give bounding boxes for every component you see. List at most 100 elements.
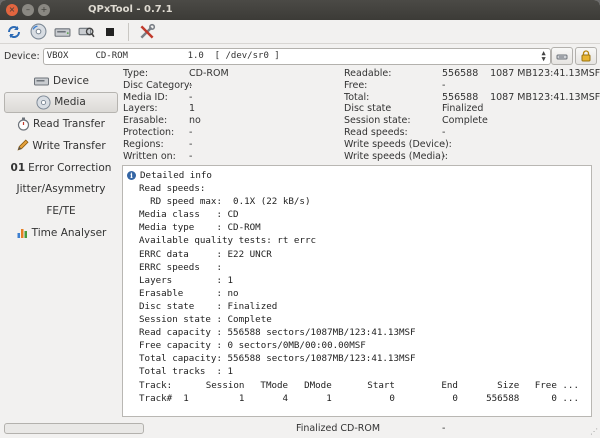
device-select-value: VBOX CD-ROM 1.0 [ /dev/sr0 ]	[46, 51, 280, 61]
sidebar-item-media[interactable]: Media	[4, 91, 118, 113]
info-value: -	[189, 138, 193, 150]
refresh-icon	[8, 25, 20, 38]
detail-line: Erasable : no	[139, 287, 239, 299]
sidebar-item-device[interactable]: Device	[4, 70, 118, 91]
column-header: DMode	[304, 379, 332, 391]
device-select[interactable]: VBOX CD-ROM 1.0 [ /dev/sr0 ] ▲ ▼	[42, 47, 551, 65]
detailed-info-title: Detailed info	[140, 170, 212, 181]
track-table-header: Track: Session TMode DMode Start End Siz…	[139, 379, 579, 392]
detail-line: Total capacity: 556588 sectors/1087MB/12…	[139, 353, 416, 365]
info-label: Type:	[123, 68, 149, 79]
column-header: Session	[205, 379, 245, 391]
info-row: Media ID: -	[123, 92, 229, 104]
sidebar-item-time-analyser[interactable]: Time Analyser	[4, 223, 118, 244]
disc-icon	[30, 23, 46, 40]
sidebar-item-label: Error Correction	[28, 161, 112, 174]
minimize-button[interactable]: –	[22, 4, 34, 16]
info-value: -	[189, 79, 193, 91]
column-header: Free ...	[534, 379, 579, 391]
refresh-button[interactable]	[4, 22, 24, 42]
info-value: -	[442, 138, 446, 150]
sidebar-item-label: Read Transfer	[33, 118, 105, 131]
stop-button[interactable]	[100, 22, 120, 42]
lock-button[interactable]	[575, 47, 597, 65]
track-cell: 1	[238, 392, 245, 404]
stopwatch-icon	[17, 117, 30, 131]
detailed-info-panel[interactable]: i Detailed info Read speeds: RD speed ma…	[122, 165, 592, 417]
device-label: Device:	[4, 50, 40, 62]
info-row: Disc Category: -	[123, 80, 229, 92]
device-button[interactable]	[52, 22, 72, 42]
device-scan-button[interactable]	[76, 22, 96, 42]
sidebar-item-fe-te[interactable]: FE/TE	[4, 201, 118, 222]
info-row: Readable: 556588 1087 MB 123:41.13MSF	[344, 68, 600, 80]
drive-search-icon	[78, 27, 95, 38]
sidebar-item-jitter-asymmetry[interactable]: Jitter/Asymmetry	[4, 179, 118, 200]
drive-icon	[34, 77, 50, 85]
sidebar-item-read-transfer[interactable]: Read Transfer	[4, 114, 118, 135]
info-value: -	[189, 91, 193, 103]
track-cell: 0	[452, 392, 458, 404]
detailed-info-header: i Detailed info	[123, 166, 591, 182]
detail-line: Disc state : Finalized	[139, 300, 278, 312]
track-cell: 0 ...	[551, 392, 579, 404]
bar-chart-icon	[17, 229, 27, 239]
info-value: -	[442, 79, 446, 91]
resize-grip-icon[interactable]: ⋰	[590, 427, 598, 436]
sidebar-item-label: Device	[53, 74, 89, 87]
info-row: Session state: Complete	[344, 115, 592, 127]
info-row: Protection: -	[123, 127, 229, 139]
info-label: Regions:	[123, 138, 164, 150]
maximize-button[interactable]: +	[38, 4, 50, 16]
drive-icon	[54, 27, 70, 37]
pencil-icon	[17, 139, 29, 151]
info-size: 1087 MB	[490, 68, 532, 79]
preferences-button[interactable]	[137, 22, 157, 42]
info-value: -	[442, 126, 446, 138]
info-row: Write speeds (Device): -	[344, 139, 592, 151]
info-label: Written on:	[123, 150, 176, 162]
info-row: Read speeds: -	[344, 127, 592, 139]
info-value: 556588	[442, 68, 479, 79]
info-label: Erasable:	[123, 115, 168, 127]
media-info-button[interactable]	[28, 22, 48, 42]
close-button[interactable]: ×	[6, 4, 18, 16]
detailed-info-lines: Read speeds: RD speed max: 0.1X (22 kB/s…	[123, 182, 591, 378]
info-label: Readable:	[344, 68, 392, 79]
sidebar-item-error-correction[interactable]: 01 Error Correction	[4, 157, 118, 178]
info-value: -	[189, 150, 193, 162]
info-time: 123:41.13MSF	[532, 68, 600, 79]
detail-line: Media type : CD-ROM	[139, 222, 261, 234]
toolbar-separator	[128, 22, 129, 41]
info-label: Read speeds:	[344, 126, 408, 138]
info-row: Free: -	[344, 80, 592, 92]
info-value: Finalized	[442, 103, 484, 115]
info-size: 1087 MB	[490, 91, 532, 103]
sidebar-item-write-transfer[interactable]: Write Transfer	[4, 135, 118, 156]
toolbar	[0, 20, 600, 44]
close-icon: ×	[8, 5, 16, 14]
info-label: Session state:	[344, 115, 411, 127]
info-value: -	[189, 126, 193, 138]
detail-line: Layers : 1	[139, 274, 234, 286]
detail-line: Session state : Complete	[139, 314, 272, 326]
status-bar: Finalized CD-ROM - ⋰	[0, 419, 600, 438]
detail-line: Available quality tests: rt errc	[139, 235, 317, 247]
eject-button[interactable]	[551, 47, 573, 65]
info-value: 1	[189, 103, 196, 115]
column-header: End	[441, 379, 458, 391]
detail-line: Read speeds:	[139, 183, 206, 195]
info-value: 556588	[442, 91, 479, 103]
progress-bar	[4, 423, 144, 434]
maximize-icon: +	[40, 5, 48, 14]
detail-line: Total tracks : 1	[139, 366, 234, 378]
detail-line: RD speed max: 0.1X (22 kB/s)	[139, 196, 311, 208]
window-title: QPxTool - 0.7.1	[88, 4, 173, 15]
info-label: Media ID:	[123, 91, 168, 103]
device-row: Device: VBOX CD-ROM 1.0 [ /dev/sr0 ] ▲ ▼	[0, 44, 600, 68]
app-window: × – + QPxTool - 0.7.1 Device: VBOX CD-RO…	[0, 0, 600, 438]
track-cell: 556588	[486, 392, 520, 404]
eject-icon	[556, 54, 568, 60]
info-label: Protection:	[123, 126, 175, 138]
sidebar-item-label: Jitter/Asymmetry	[16, 183, 106, 196]
